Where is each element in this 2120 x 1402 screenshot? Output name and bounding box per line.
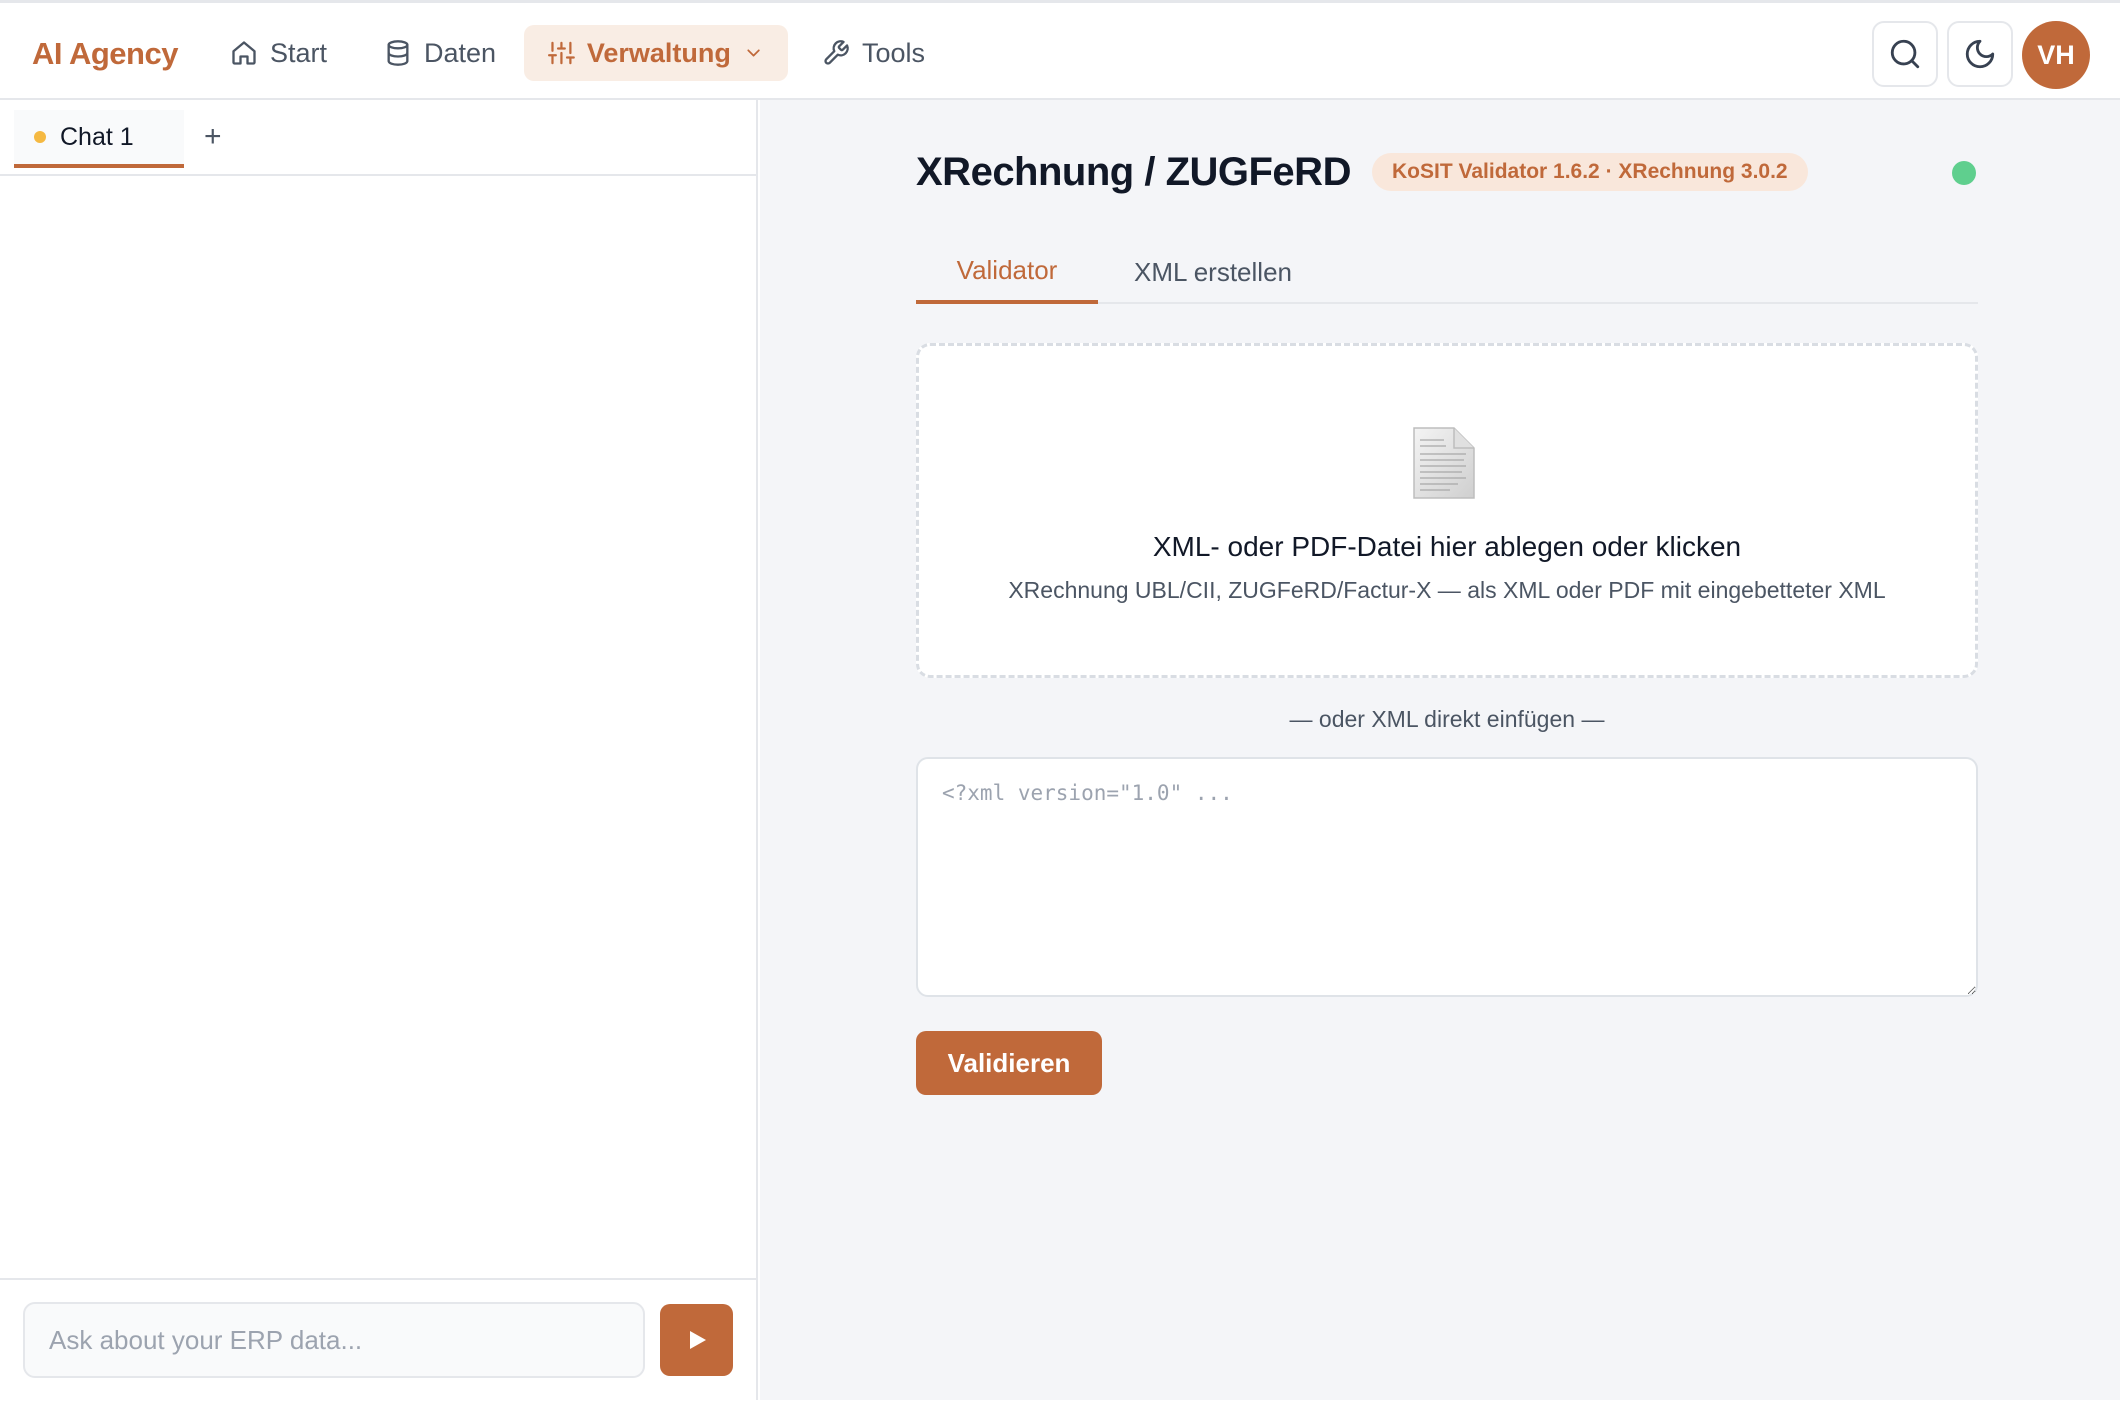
play-icon bbox=[689, 1331, 706, 1349]
home-icon bbox=[232, 41, 256, 65]
brand-logo[interactable]: AI Agency bbox=[32, 36, 178, 72]
nav-item-label: Start bbox=[270, 37, 328, 68]
add-chat-tab-button[interactable]: + bbox=[204, 120, 222, 154]
moon-icon bbox=[1965, 39, 1995, 69]
chat-tab-label: Chat 1 bbox=[60, 122, 134, 151]
tab-bar: Validator XML erstellen bbox=[916, 240, 1978, 304]
dropzone-subtitle: XRechnung UBL/CII, ZUGFeRD/Factur-X — al… bbox=[1008, 577, 1886, 603]
validate-button[interactable]: Validieren bbox=[916, 1031, 1102, 1095]
chat-tab-1[interactable]: Chat 1 bbox=[14, 110, 184, 168]
top-navigation-bar: AI Agency Start Daten Verwaltung Tools V… bbox=[0, 0, 2120, 100]
status-indicator bbox=[1952, 161, 1976, 185]
dropzone-title: XML- oder PDF-Datei hier ablegen oder kl… bbox=[1152, 531, 1742, 562]
chat-input-bar bbox=[0, 1278, 756, 1398]
chat-input[interactable] bbox=[23, 1302, 645, 1378]
search-button[interactable] bbox=[1872, 21, 1938, 87]
nav-item-start[interactable]: Start bbox=[206, 25, 351, 81]
nav-item-verwaltung[interactable]: Verwaltung bbox=[524, 25, 788, 81]
nav-item-tools[interactable]: Tools bbox=[798, 25, 949, 81]
user-avatar[interactable]: VH bbox=[2022, 21, 2090, 89]
nav-item-label: Daten bbox=[424, 37, 497, 68]
file-dropzone[interactable]: XML- oder PDF-Datei hier ablegen oder kl… bbox=[916, 343, 1978, 678]
unsaved-dot-icon bbox=[34, 131, 46, 143]
or-divider: — oder XML direkt einfügen — bbox=[1289, 706, 1605, 732]
page-title: XRechnung / ZUGFeRD bbox=[916, 150, 1351, 194]
database-icon bbox=[387, 40, 409, 66]
main-content: XRechnung / ZUGFeRD KoSIT Validator 1.6.… bbox=[760, 100, 2120, 1400]
sliders-icon bbox=[548, 41, 575, 65]
wrench-icon bbox=[824, 40, 849, 65]
nav-item-daten[interactable]: Daten bbox=[360, 25, 520, 81]
tab-xml-erstellen[interactable]: XML erstellen bbox=[1098, 240, 1328, 304]
theme-toggle-button[interactable] bbox=[1947, 21, 2013, 87]
chat-panel: Chat 1 + bbox=[0, 100, 758, 1400]
chat-tab-bar: Chat 1 + bbox=[0, 100, 756, 176]
document-icon bbox=[1413, 427, 1475, 499]
send-button[interactable] bbox=[660, 1304, 733, 1376]
nav-item-label: Verwaltung bbox=[586, 37, 731, 68]
version-badge: KoSIT Validator 1.6.2 · XRechnung 3.0.2 bbox=[1372, 153, 1808, 191]
chevron-down-icon bbox=[747, 49, 760, 57]
search-icon bbox=[1890, 39, 1920, 69]
tab-validator[interactable]: Validator bbox=[916, 240, 1098, 304]
xml-input[interactable] bbox=[916, 757, 1978, 997]
nav-item-label: Tools bbox=[862, 37, 926, 68]
